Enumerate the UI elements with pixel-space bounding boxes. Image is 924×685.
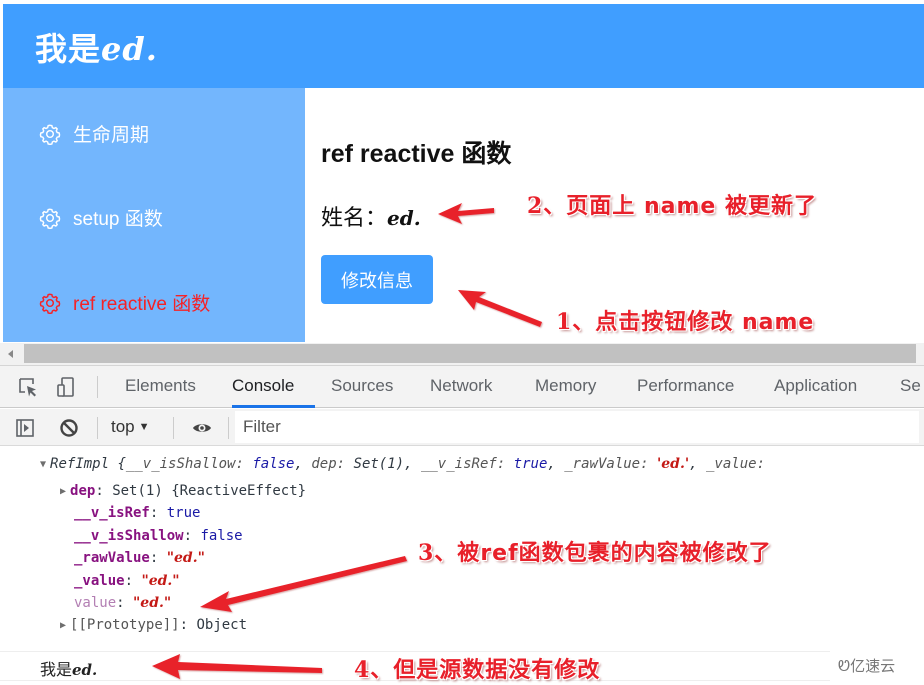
app-title-value: ed. <box>101 30 158 68</box>
devtools-tabbar: Elements Console Sources Network Memory … <box>0 366 924 408</box>
prop-dep[interactable]: ▶ dep: Set(1) {ReactiveEffect} <box>60 480 306 503</box>
horizontal-scrollbar[interactable] <box>0 343 924 366</box>
console-toolbar: top ▼ <box>0 409 924 446</box>
annotation-1: 1、点击按钮修改 name <box>556 309 815 335</box>
annotation-4: 4、但是源数据没有修改 <box>354 657 601 683</box>
sidebar-item-label: ref reactive 函数 <box>73 294 211 315</box>
gear-icon <box>39 207 61 229</box>
name-label: 姓名： <box>321 205 388 230</box>
prop-prototype[interactable]: ▶ [[Prototype]]: Object <box>60 614 247 637</box>
context-value: top <box>111 417 135 436</box>
gear-icon <box>39 123 61 145</box>
scrollbar-thumb[interactable] <box>24 344 916 363</box>
sidebar-item-label: setup 函数 <box>73 209 163 230</box>
annotation-2: 2、页面上 name 被更新了 <box>527 193 817 219</box>
tab-security[interactable]: Se <box>900 376 921 396</box>
sidebar-toggle-icon[interactable] <box>15 418 35 438</box>
context-selector[interactable]: top ▼ <box>111 417 150 437</box>
tab-elements[interactable]: Elements <box>125 376 196 396</box>
expand-triangle-icon[interactable]: ▶ <box>60 615 66 637</box>
sidebar-item-label: 生命周期 <box>73 125 150 146</box>
tab-console[interactable]: Console <box>232 376 294 396</box>
sidebar: 生命周期 setup 函数 ref reactive 函数 <box>3 88 305 342</box>
log-message: 我是ed. <box>40 661 98 679</box>
page-title: ref reactive 函数 <box>321 140 512 168</box>
prop-value-private: _value: "ed." <box>74 573 180 589</box>
inspect-element-icon[interactable] <box>17 376 39 398</box>
clear-console-icon[interactable] <box>59 418 79 438</box>
tab-application[interactable]: Application <box>774 376 857 396</box>
prop-rawvalue: _rawValue: "ed." <box>74 550 205 566</box>
app-title: 我是ed. <box>35 24 158 70</box>
cloud-logo-icon: Ꮼ <box>838 658 851 675</box>
live-expression-eye-icon[interactable] <box>192 418 212 438</box>
edit-info-button[interactable]: 修改信息 <box>321 255 433 304</box>
caret-down-icon: ▼ <box>138 421 150 433</box>
tab-network[interactable]: Network <box>430 376 492 396</box>
divider <box>97 417 98 439</box>
name-value: ed. <box>387 206 421 230</box>
device-toolbar-icon[interactable] <box>55 376 77 398</box>
app-header: 我是ed. <box>3 4 924 88</box>
tab-performance[interactable]: Performance <box>637 376 734 396</box>
expand-triangle-icon[interactable]: ▼ <box>40 454 46 476</box>
prop-v-isref: __v_isRef: true <box>74 505 201 521</box>
watermark: Ꮼ亿速云 <box>838 658 896 675</box>
refimpl-summary[interactable]: ▼ RefImpl {__v_isShallow: false, dep: Set… <box>40 453 765 476</box>
scroll-left-arrow-icon[interactable] <box>8 350 13 358</box>
app-title-prefix: 我是 <box>35 31 102 67</box>
prop-value-getter: value: "ed." <box>74 595 172 611</box>
sidebar-item-lifecycle[interactable]: 生命周期 <box>39 120 149 147</box>
divider <box>228 417 229 439</box>
sidebar-item-ref-reactive[interactable]: ref reactive 函数 <box>39 289 210 316</box>
prop-v-isshallow: __v_isShallow: false <box>74 528 243 544</box>
tab-sources[interactable]: Sources <box>331 376 393 396</box>
filter-input[interactable] <box>235 411 919 443</box>
expand-triangle-icon[interactable]: ▶ <box>60 481 66 503</box>
active-tab-indicator <box>232 405 315 408</box>
annotation-3: 3、被ref函数包裹的内容被修改了 <box>418 540 772 566</box>
divider <box>97 376 98 398</box>
gear-icon <box>39 292 61 314</box>
divider <box>173 417 174 439</box>
tab-memory[interactable]: Memory <box>535 376 596 396</box>
name-line: 姓名：ed. <box>321 200 421 232</box>
sidebar-item-setup[interactable]: setup 函数 <box>39 204 163 231</box>
